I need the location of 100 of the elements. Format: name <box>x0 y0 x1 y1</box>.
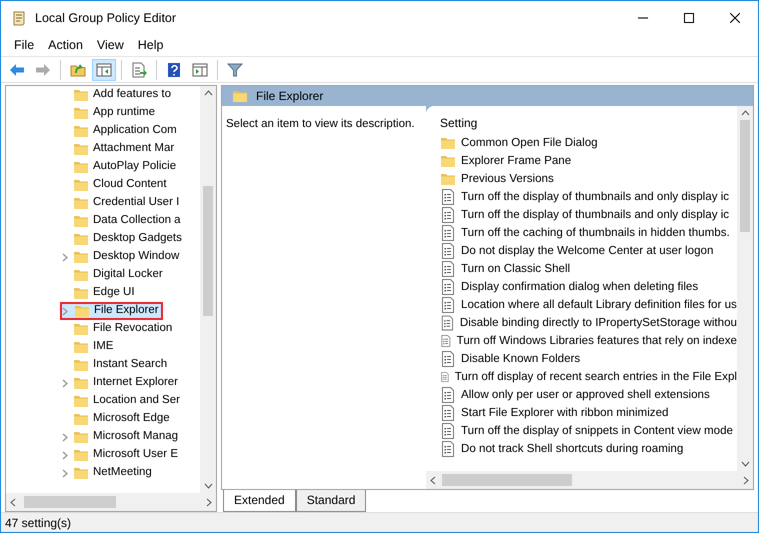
folder-icon <box>440 135 456 151</box>
document-icon <box>440 225 456 241</box>
document-icon <box>440 441 456 457</box>
folder-icon <box>73 105 89 121</box>
tree-item[interactable]: Location and Ser <box>60 392 183 410</box>
setting-row[interactable]: Explorer Frame Pane <box>440 152 737 170</box>
scrollbar[interactable] <box>6 493 216 511</box>
tab[interactable]: Standard <box>296 490 366 512</box>
back-arrow-icon <box>9 62 25 78</box>
tree-item[interactable]: File Explorer <box>60 302 163 320</box>
scrollbar-thumb[interactable] <box>24 496 116 508</box>
folder-icon <box>73 195 89 211</box>
tree-item[interactable]: Application Com <box>60 122 180 140</box>
tree-item[interactable]: IME <box>60 338 116 356</box>
tree-item[interactable]: App runtime <box>60 104 158 122</box>
setting-row[interactable]: Start File Explorer with ribbon minimized <box>440 404 737 422</box>
scrollbar[interactable] <box>426 471 753 489</box>
tree-item[interactable]: Microsoft Edge <box>60 410 173 428</box>
document-icon <box>440 423 456 439</box>
tree-pane-icon <box>96 62 112 78</box>
tree-item[interactable]: Desktop Window <box>60 248 182 266</box>
tree-item[interactable]: Desktop Gadgets <box>60 230 185 248</box>
setting-row[interactable]: Common Open File Dialog <box>440 134 737 152</box>
folder-icon <box>73 213 89 229</box>
folder-icon <box>73 159 89 175</box>
close-icon[interactable] <box>730 13 740 23</box>
setting-row[interactable]: Do not track Shell shortcuts during roaming <box>440 440 737 458</box>
filter-icon <box>227 62 243 78</box>
tree-item[interactable]: Cloud Content <box>60 176 170 194</box>
setting-row[interactable]: Turn off the display of thumbnails and only display ic <box>440 206 737 224</box>
column-header[interactable]: Setting <box>440 114 737 134</box>
toolbar-button[interactable] <box>92 58 116 80</box>
tree-item[interactable]: Instant Search <box>60 356 170 374</box>
scrollbar-thumb[interactable] <box>442 474 572 486</box>
tree-item[interactable]: Edge UI <box>60 284 138 302</box>
tree-item[interactable]: Internet Explorer <box>60 374 182 392</box>
document-icon <box>440 207 456 223</box>
tree-item[interactable]: Microsoft Manag <box>60 428 182 446</box>
forward-arrow-icon <box>35 62 51 78</box>
tree-item[interactable]: Digital Locker <box>60 266 166 284</box>
menu-item[interactable]: View <box>90 36 131 55</box>
export-list-icon <box>131 62 147 78</box>
document-icon <box>440 387 456 403</box>
tab[interactable]: Extended <box>223 490 296 512</box>
folder-arrow-icon <box>70 62 86 78</box>
tree-item[interactable]: Credential User I <box>60 194 182 212</box>
setting-row[interactable]: Disable Known Folders <box>440 350 737 368</box>
setting-row[interactable]: Turn on Classic Shell <box>440 260 737 278</box>
tree-item[interactable]: AutoPlay Policie <box>60 158 180 176</box>
folder-icon <box>73 429 89 445</box>
document-icon <box>440 315 455 331</box>
setting-row[interactable]: Turn off display of recent search entries in the File Expl <box>440 368 737 386</box>
setting-row[interactable]: Turn off the display of snippets in Content view mode <box>440 422 737 440</box>
folder-icon <box>73 375 89 391</box>
window-title: Local Group Policy Editor <box>35 10 176 27</box>
pane-title: File Explorer <box>256 88 324 105</box>
setting-row[interactable]: Turn off the display of thumbnails and only display ic <box>440 188 737 206</box>
document-icon <box>440 351 456 367</box>
document-icon <box>440 261 456 277</box>
tree-item[interactable]: Data Collection a <box>60 212 184 230</box>
folder-icon <box>73 123 89 139</box>
setting-row[interactable]: Turn off Windows Libraries features that rely on indexe <box>440 332 737 350</box>
tree-item[interactable]: File Revocation <box>60 320 176 338</box>
menu-item[interactable]: Help <box>130 36 170 55</box>
folder-icon <box>440 171 456 187</box>
scrollbar-thumb[interactable] <box>740 120 750 232</box>
scrollbar[interactable] <box>200 86 216 493</box>
folder-icon <box>73 321 89 337</box>
menu-item[interactable]: Action <box>41 36 90 55</box>
setting-row[interactable]: Previous Versions <box>440 170 737 188</box>
folder-icon <box>73 339 89 355</box>
tree-item[interactable]: Microsoft User E <box>60 446 181 464</box>
folder-icon <box>232 88 248 104</box>
setting-row[interactable]: Location where all default Library definition files for us <box>440 296 737 314</box>
folder-icon <box>73 357 89 373</box>
scroll-icon <box>11 10 27 26</box>
folder-icon <box>73 393 89 409</box>
folder-icon <box>440 153 456 169</box>
folder-icon <box>73 177 89 193</box>
scrollbar-thumb[interactable] <box>203 186 213 316</box>
folder-icon <box>73 231 89 247</box>
setting-row[interactable]: Disable binding directly to IPropertySetStorage withou <box>440 314 737 332</box>
help-icon <box>166 62 182 78</box>
setting-row[interactable]: Display confirmation dialog when deleting files <box>440 278 737 296</box>
scrollbar[interactable] <box>737 106 753 471</box>
document-icon <box>440 279 456 295</box>
menu-item[interactable]: File <box>7 36 42 55</box>
maximize-icon[interactable] <box>684 13 694 23</box>
tree-item[interactable]: Attachment Mar <box>60 140 178 158</box>
folder-icon <box>73 465 89 481</box>
description-text: Select an item to view its description. <box>222 106 426 489</box>
tree-item[interactable]: Add features to <box>60 86 174 104</box>
folder-icon <box>73 285 89 301</box>
setting-row[interactable]: Do not display the Welcome Center at user logon <box>440 242 737 260</box>
folder-icon <box>73 249 89 265</box>
action-pane-icon <box>192 62 208 78</box>
tree-item[interactable]: NetMeeting <box>60 464 155 482</box>
setting-row[interactable]: Allow only per user or approved shell extensions <box>440 386 737 404</box>
folder-icon <box>73 267 89 283</box>
setting-row[interactable]: Turn off the caching of thumbnails in hidden thumbs. <box>440 224 737 242</box>
